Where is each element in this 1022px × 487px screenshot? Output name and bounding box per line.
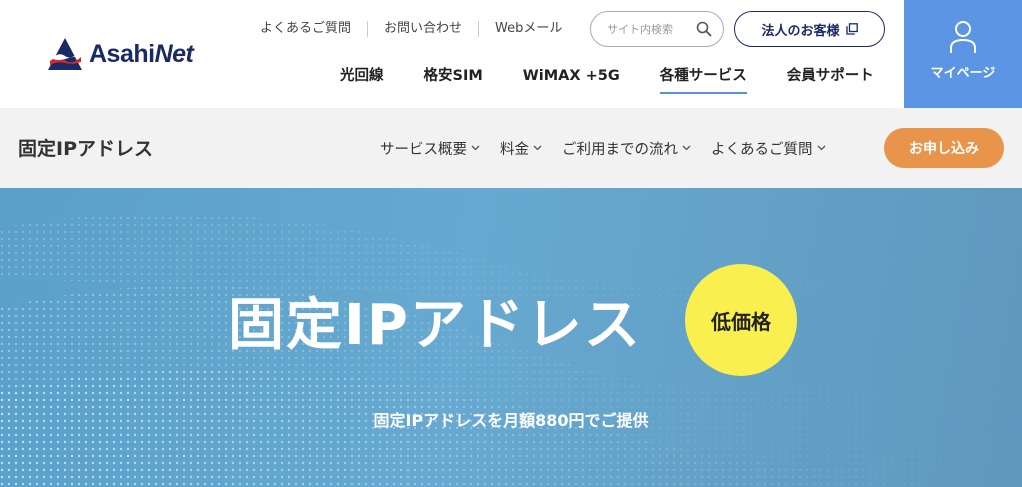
main-nav: 光回線 格安SIM WiMAX +5G 各種サービス 会員サポート <box>320 62 894 96</box>
corporate-button-label: 法人のお客様 <box>761 23 840 39</box>
search-input[interactable] <box>607 22 693 36</box>
service-nav-price[interactable]: 料金 <box>500 138 542 159</box>
chevron-down-icon <box>682 145 691 151</box>
service-nav-flow[interactable]: ご利用までの流れ <box>562 138 691 159</box>
service-nav: サービス概要 料金 ご利用までの流れ よくあるご質問 <box>380 134 846 162</box>
user-icon <box>950 21 976 53</box>
service-nav-label: よくあるご質問 <box>711 141 813 158</box>
service-nav-label: ご利用までの流れ <box>562 141 678 158</box>
service-nav-label: サービス概要 <box>380 141 467 158</box>
util-link-contact[interactable]: お問い合わせ <box>368 18 478 40</box>
asahinet-logo-icon <box>48 38 82 70</box>
asahinet-logo[interactable]: AsahiNet <box>47 36 194 72</box>
service-nav-faq[interactable]: よくあるご質問 <box>711 138 826 159</box>
logo-text: AsahiNet <box>89 39 194 68</box>
external-link-icon <box>845 23 858 35</box>
main-nav-services[interactable]: 各種サービス <box>640 62 767 96</box>
corporate-button[interactable]: 法人のお客様 <box>734 11 885 47</box>
search-icon[interactable] <box>696 21 712 37</box>
mypage-button[interactable]: マイページ <box>904 0 1022 108</box>
util-link-faq[interactable]: よくあるご質問 <box>244 18 367 40</box>
site-header: AsahiNet よくあるご質問 お問い合わせ Webメール 法人のお客様 光回… <box>0 0 1022 108</box>
main-nav-wimax[interactable]: WiMAX +5G <box>503 62 640 96</box>
hero-banner: 固定IPアドレス 低価格 固定IPアドレスを月額880円でご提供 <box>0 188 1022 487</box>
low-price-badge: 低価格 <box>685 264 797 376</box>
mypage-label: マイページ <box>930 66 996 81</box>
util-link-webmail[interactable]: Webメール <box>479 18 578 40</box>
main-nav-sim[interactable]: 格安SIM <box>404 62 503 96</box>
main-nav-hikari[interactable]: 光回線 <box>320 62 404 96</box>
utility-nav: よくあるご質問 お問い合わせ Webメール <box>244 18 578 40</box>
hero-title: 固定IPアドレス <box>228 293 642 358</box>
service-subheader: 固定IPアドレス サービス概要 料金 ご利用までの流れ よくあるご質問 お申し込… <box>0 108 1022 188</box>
main-nav-support[interactable]: 会員サポート <box>767 62 894 96</box>
chevron-down-icon <box>817 145 825 151</box>
service-title: 固定IPアドレス <box>18 138 153 160</box>
hero-subtitle: 固定IPアドレスを月額880円でご提供 <box>373 411 649 430</box>
site-search <box>590 11 724 47</box>
service-nav-label: 料金 <box>500 141 529 158</box>
chevron-down-icon <box>471 145 480 151</box>
chevron-down-icon <box>533 145 542 151</box>
apply-button[interactable]: お申し込み <box>884 128 1004 168</box>
service-nav-overview[interactable]: サービス概要 <box>380 138 480 159</box>
